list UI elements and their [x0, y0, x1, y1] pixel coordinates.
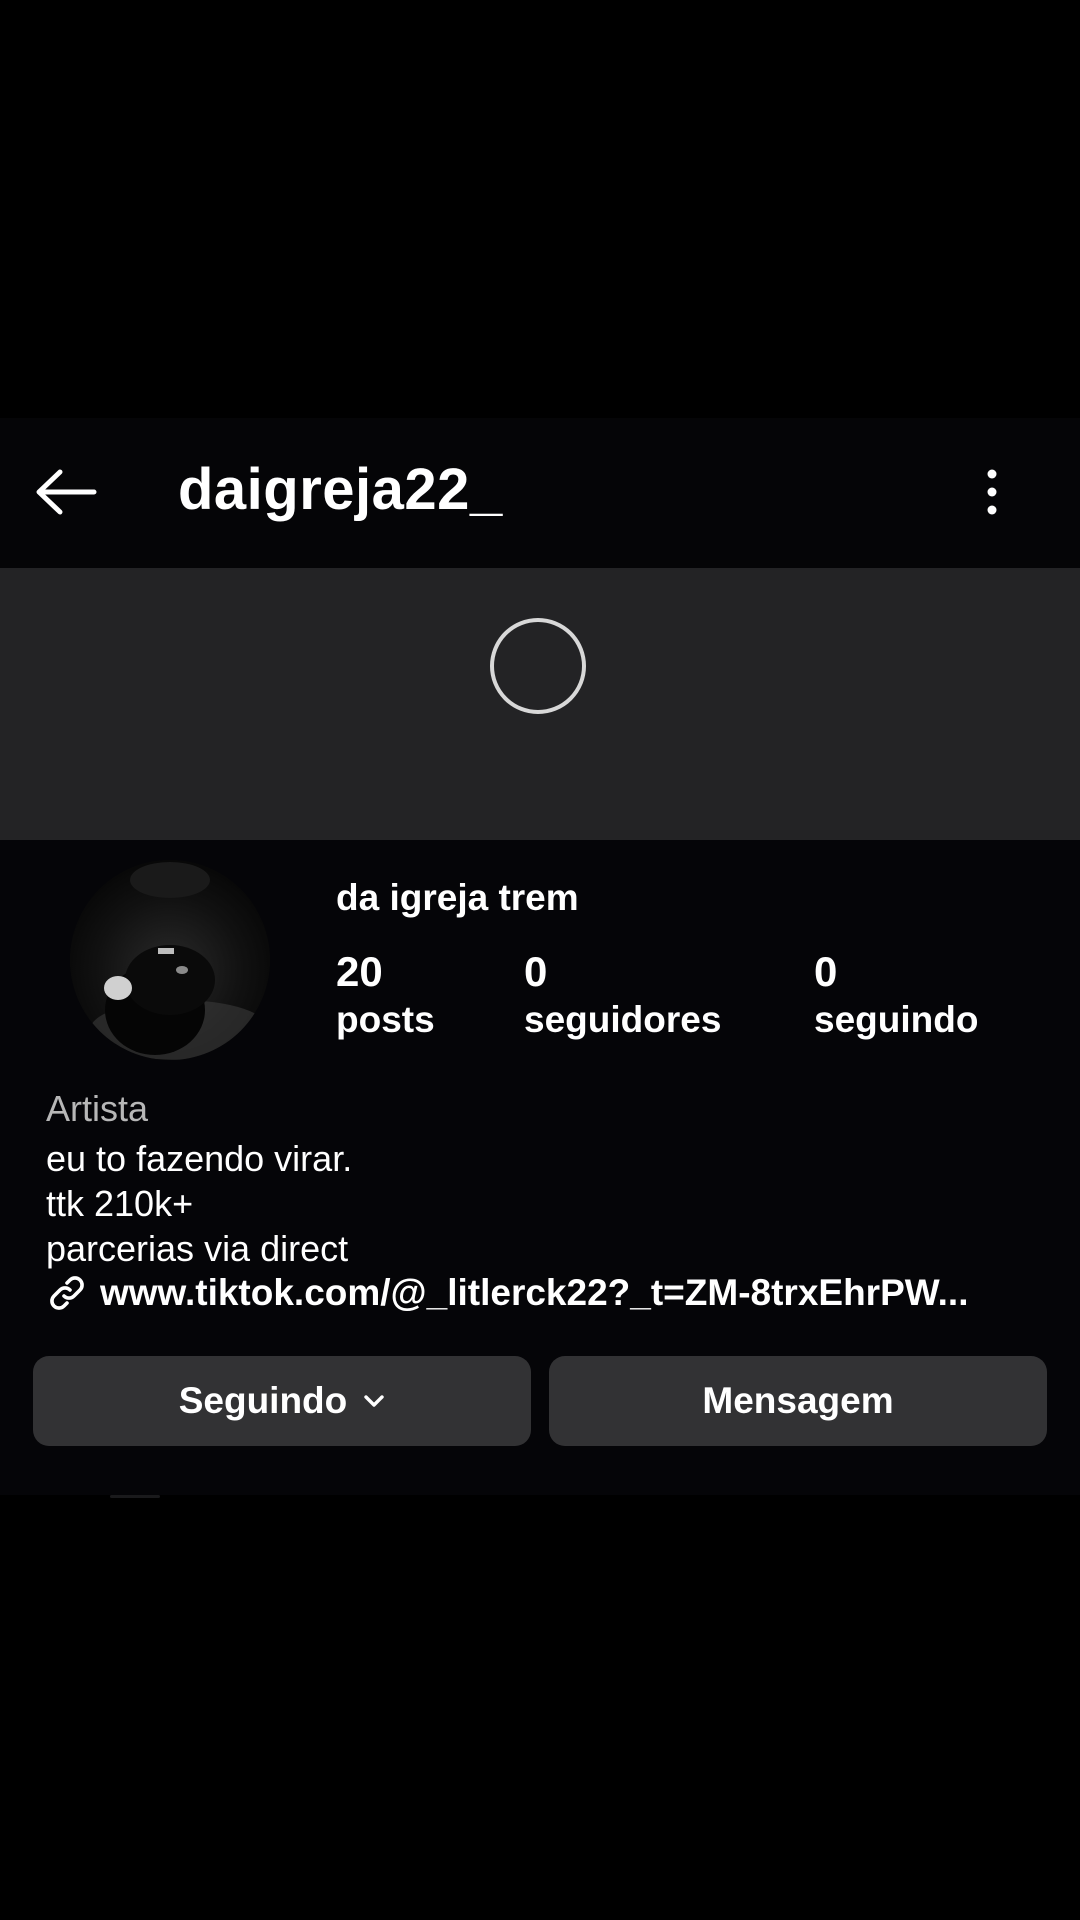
- posts-stat[interactable]: 20 posts: [336, 948, 435, 1044]
- message-button[interactable]: Mensagem: [549, 1356, 1047, 1446]
- tab-indicator: [110, 1495, 160, 1498]
- back-button[interactable]: [28, 458, 104, 526]
- display-name: da igreja trem: [336, 877, 579, 918]
- more-vertical-icon: [987, 469, 997, 515]
- profile-header: daigreja22_: [0, 418, 1080, 568]
- posts-count: 20: [336, 948, 383, 995]
- bio-line: ttk 210k+: [46, 1183, 194, 1224]
- bio-link[interactable]: www.tiktok.com/@_litlerck22?_t=ZM-8trxEh…: [46, 1272, 1036, 1314]
- following-label: seguindo: [814, 999, 979, 1041]
- profile-screen: daigreja22_ da igreja trem 20 posts 0 se…: [0, 0, 1080, 1920]
- bio-line: parcerias via direct: [46, 1228, 349, 1269]
- avatar-photo: [70, 860, 270, 1060]
- followers-count: 0: [524, 948, 548, 995]
- profile-username: daigreja22_: [178, 457, 503, 522]
- avatar[interactable]: [70, 860, 270, 1060]
- message-button-label: Mensagem: [702, 1380, 894, 1421]
- arrow-left-icon: [36, 469, 97, 515]
- link-icon: [50, 1276, 84, 1310]
- chevron-down-icon: [363, 1394, 385, 1408]
- following-button[interactable]: Seguindo: [33, 1356, 531, 1446]
- following-count: 0: [814, 948, 838, 995]
- following-button-label: Seguindo: [178, 1380, 348, 1421]
- loading-spinner-icon: [490, 618, 586, 714]
- bio-line: eu to fazendo virar.: [46, 1138, 353, 1179]
- bio-link-text: www.tiktok.com/@_litlerck22?_t=ZM-8trxEh…: [100, 1272, 969, 1313]
- following-stat[interactable]: 0 seguindo: [814, 948, 978, 1044]
- followers-label: seguidores: [524, 999, 722, 1041]
- more-options-button[interactable]: [964, 458, 1020, 526]
- followers-stat[interactable]: 0 seguidores: [524, 948, 721, 1044]
- profile-category: Artista: [46, 1088, 149, 1129]
- posts-label: posts: [336, 999, 435, 1041]
